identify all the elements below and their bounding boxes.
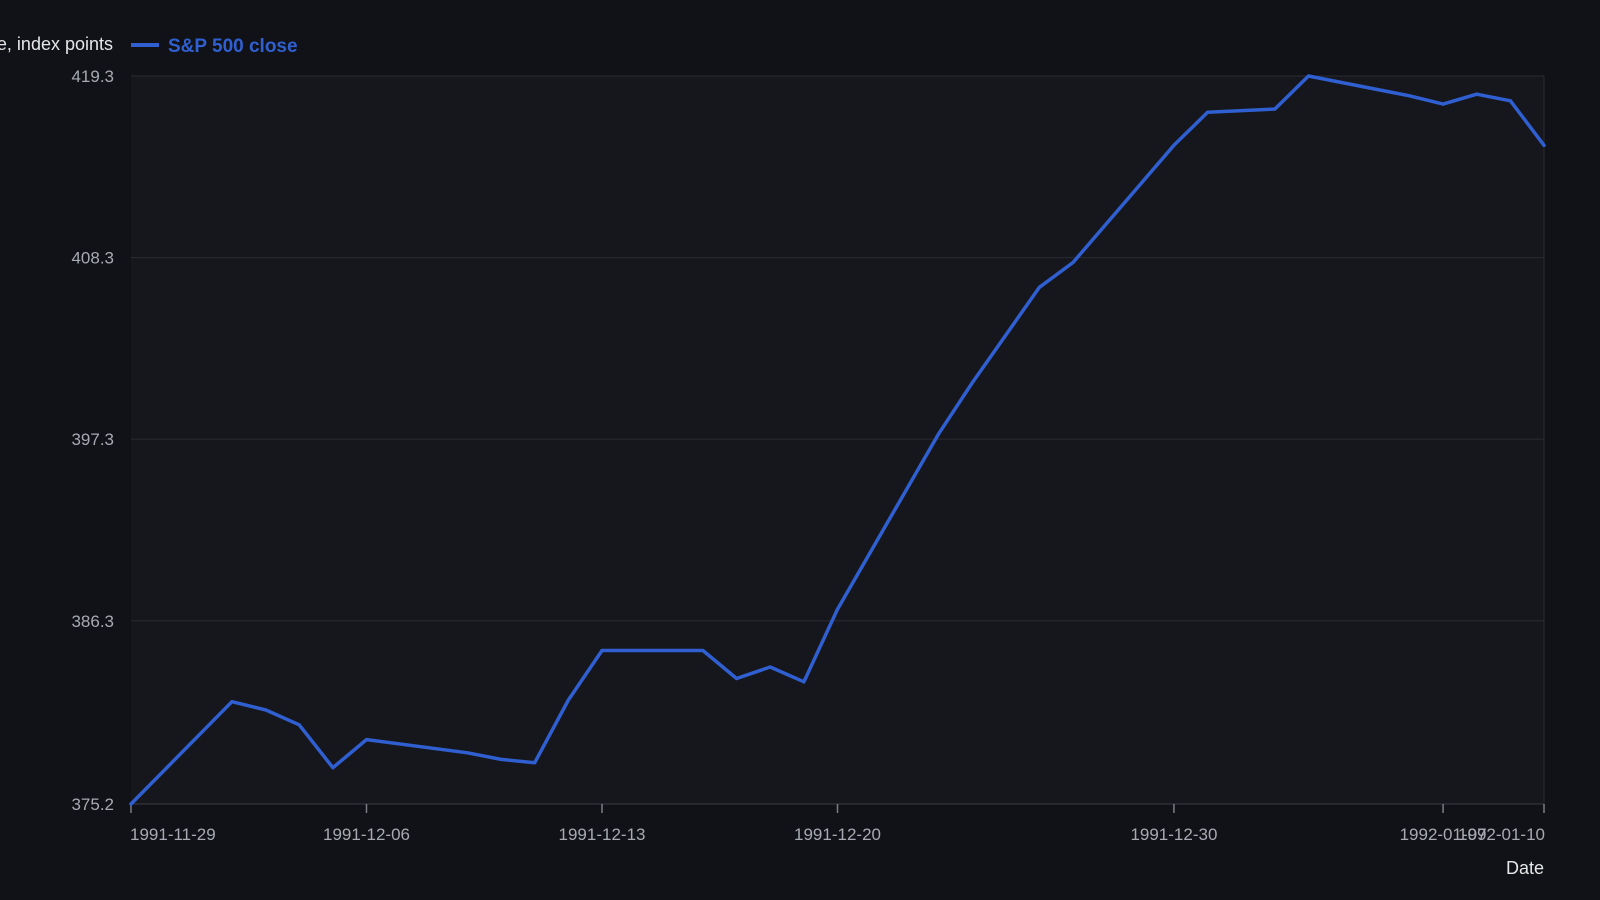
x-tick-label-2: 1991-12-13 [559,825,646,844]
data-point-11 [701,648,705,653]
x-tick-label-0: 1991-11-29 [130,825,216,844]
data-point-20 [1172,143,1176,147]
line-chart: 375.2 386.3 397.3 408.3 419.3 1991-11-29 1991… [0,0,1600,900]
data-point-7 [499,757,503,762]
y-tick-label-1: 386.3 [71,612,114,631]
data-point-0 [129,802,133,806]
x-axis-title: Date [1506,858,1544,878]
data-point-25 [1441,102,1445,106]
x-tick-label-3: 1991-12-20 [794,825,881,844]
data-point-9 [566,698,570,702]
y-tick-label-0: 375.2 [71,795,114,814]
y-tick-label-3: 408.3 [71,249,114,268]
plot-area [131,76,1544,804]
legend-label-sp500: S&P 500 close [168,36,298,57]
data-point-13 [768,665,772,669]
data-point-23 [1306,74,1311,78]
y-axis-title: Close, index points [0,34,113,54]
data-point-4 [331,766,335,770]
x-tick-label-6: 1992-01-10 [1458,825,1545,844]
data-point-3 [297,723,301,727]
data-point-12 [734,676,739,681]
data-point-1 [230,700,234,704]
data-point-16 [936,432,941,436]
data-point-26 [1475,92,1479,96]
x-tick-label-1: 1991-12-06 [323,825,410,844]
data-point-10 [600,648,604,653]
y-tick-label-4: 419.3 [71,67,114,86]
data-point-17 [970,381,974,385]
data-point-21 [1205,110,1210,114]
data-point-19 [1071,260,1075,265]
y-tick-label-2: 397.3 [71,430,114,449]
data-point-27 [1508,99,1512,103]
chart-container: 375.2 386.3 397.3 408.3 419.3 1991-11-29 1991… [0,0,1600,900]
data-point-28 [1542,143,1546,147]
data-point-24 [1407,94,1412,98]
data-point-5 [364,738,369,742]
data-point-6 [465,751,470,755]
x-tick-label-4: 1991-12-30 [1130,825,1217,844]
data-point-2 [263,708,268,712]
data-point-22 [1273,107,1277,111]
data-point-15 [835,607,840,611]
data-point-18 [1037,285,1041,289]
data-point-8 [533,761,537,765]
data-point-14 [802,680,806,684]
